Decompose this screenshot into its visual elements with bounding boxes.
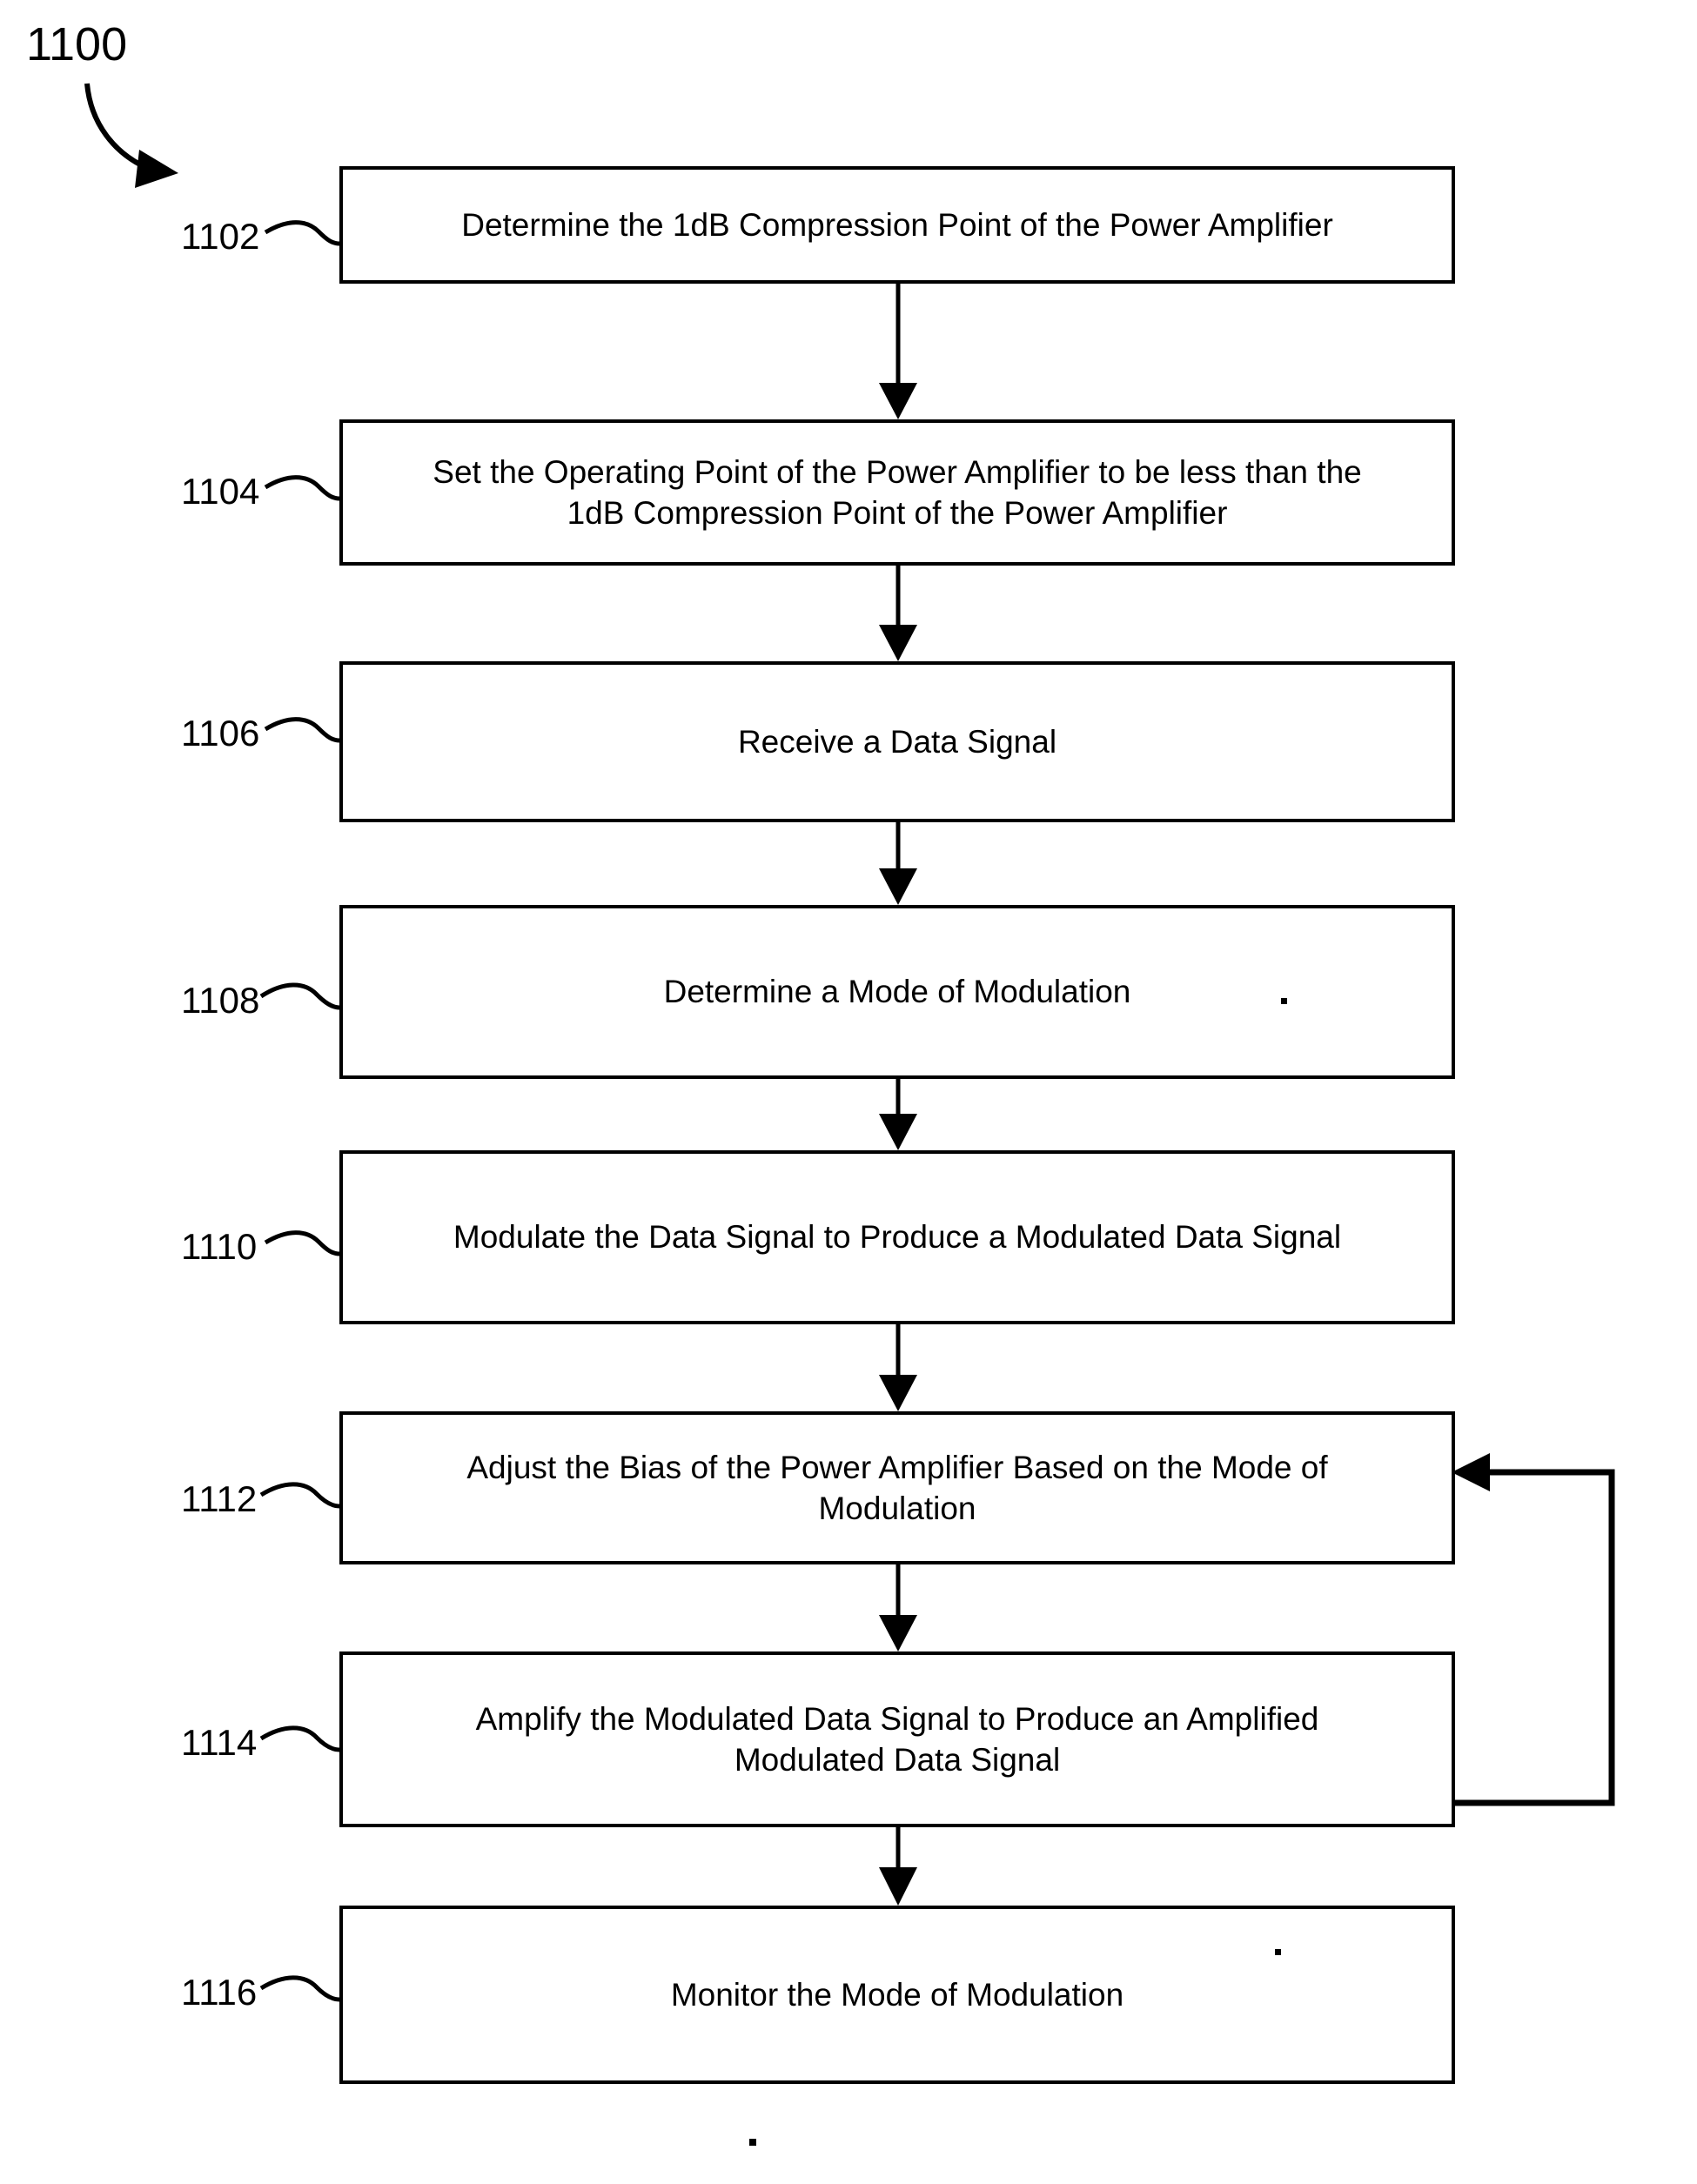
step-label-1116: Monitor the Mode of Modulation bbox=[670, 1976, 1124, 2013]
step-ref-1108: 1108 bbox=[181, 980, 260, 1021]
step-ref-1106: 1106 bbox=[181, 713, 260, 754]
step-box-1108[interactable]: Determine a Mode of Modulation bbox=[339, 905, 1455, 1079]
connector-1106-to-1108 bbox=[879, 822, 917, 905]
connector-1114-to-1116 bbox=[879, 1827, 917, 1906]
step-box-1116[interactable]: Monitor the Mode of Modulation bbox=[339, 1906, 1455, 2084]
lead-line-1104 bbox=[264, 475, 340, 501]
step-box-1114[interactable]: Amplify the Modulated Data Signal to Pro… bbox=[339, 1651, 1455, 1827]
figure-pointer-curved-arrow-icon bbox=[84, 83, 178, 188]
step-label-1112: Adjust the Bias of the Power Amplifier B… bbox=[466, 1449, 1328, 1526]
scan-speck-artifact-2 bbox=[1275, 1949, 1281, 1955]
step-label-1102: Determine the 1dB Compression Point of t… bbox=[461, 206, 1333, 243]
step-label-1104: Set the Operating Point of the Power Amp… bbox=[433, 453, 1362, 531]
step-box-1112[interactable]: Adjust the Bias of the Power Amplifier B… bbox=[339, 1411, 1455, 1564]
scan-speck-artifact-3 bbox=[749, 2139, 756, 2146]
scan-speck-artifact-1 bbox=[1281, 998, 1287, 1004]
step-label-1106: Receive a Data Signal bbox=[737, 723, 1057, 760]
feedback-loop-1116-to-1112 bbox=[1452, 1453, 1615, 1806]
lead-line-1116 bbox=[259, 1975, 340, 2002]
lead-line-1110 bbox=[264, 1230, 340, 1256]
step-box-1106[interactable]: Receive a Data Signal bbox=[339, 661, 1455, 822]
connector-1102-to-1104 bbox=[879, 284, 917, 419]
lead-line-1108 bbox=[259, 982, 340, 1010]
step-box-1104[interactable]: Set the Operating Point of the Power Amp… bbox=[339, 419, 1455, 566]
lead-line-1102 bbox=[264, 220, 340, 246]
step-label-1108: Determine a Mode of Modulation bbox=[663, 974, 1131, 1010]
connector-1108-to-1110 bbox=[879, 1079, 917, 1150]
connector-1110-to-1112 bbox=[879, 1324, 917, 1411]
flowchart-connector-layer bbox=[84, 83, 1615, 2002]
lead-line-1114 bbox=[259, 1725, 340, 1752]
lead-line-1106 bbox=[264, 717, 340, 743]
step-ref-1102: 1102 bbox=[181, 216, 260, 257]
step-ref-1104: 1104 bbox=[181, 471, 260, 512]
lead-line-1112 bbox=[259, 1482, 340, 1509]
patent-figure-page: 1100 1102 Determine the 1dB Compression … bbox=[0, 0, 1697, 2184]
step-ref-1116: 1116 bbox=[181, 1972, 258, 2013]
step-ref-1112: 1112 bbox=[181, 1478, 258, 1519]
step-box-1110[interactable]: Modulate the Data Signal to Produce a Mo… bbox=[339, 1150, 1455, 1324]
connector-1104-to-1106 bbox=[879, 566, 917, 661]
connector-1112-to-1114 bbox=[879, 1564, 917, 1651]
figure-number-label: 1100 bbox=[26, 18, 128, 70]
step-label-1110: Modulate the Data Signal to Produce a Mo… bbox=[453, 1219, 1342, 1256]
step-ref-1114: 1114 bbox=[181, 1722, 258, 1763]
step-box-1102[interactable]: Determine the 1dB Compression Point of t… bbox=[339, 166, 1455, 284]
step-ref-1110: 1110 bbox=[181, 1226, 258, 1267]
step-label-1114: Amplify the Modulated Data Signal to Pro… bbox=[475, 1700, 1319, 1778]
